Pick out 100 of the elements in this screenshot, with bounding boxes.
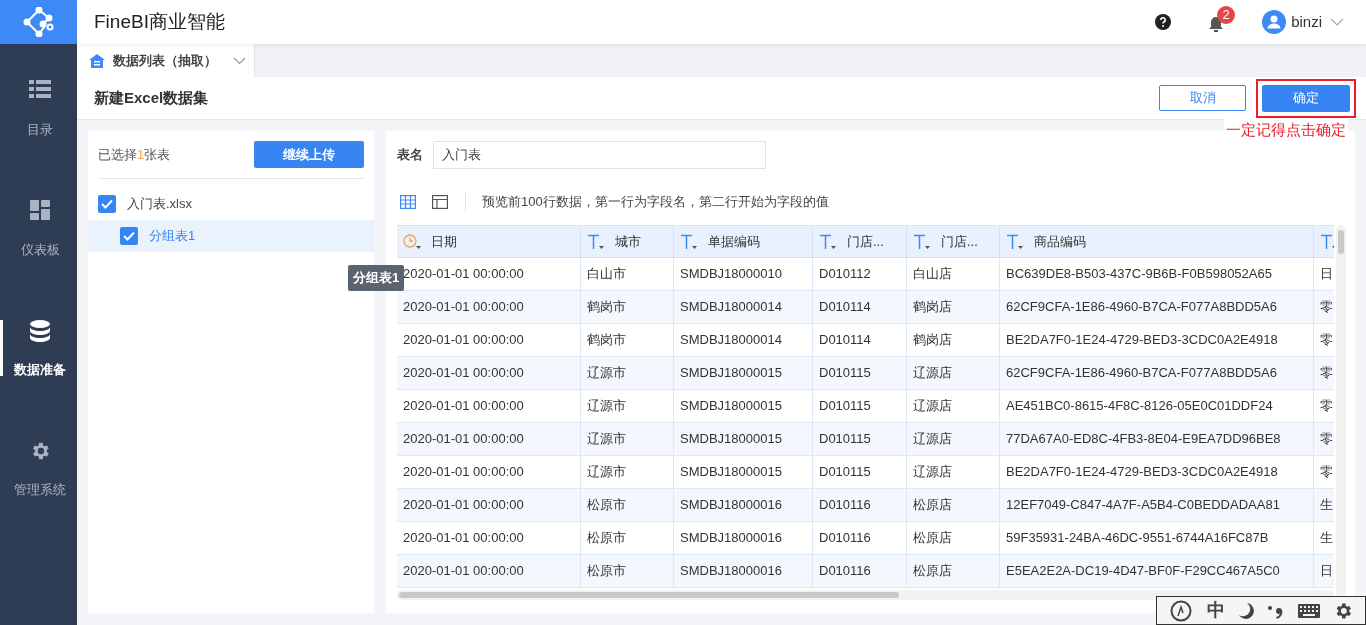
table-cell: 辽源市 (581, 357, 674, 389)
table-cell: 白山店 (907, 258, 1000, 290)
table-cell: SMDBJ18000016 (674, 555, 813, 587)
logo-tile[interactable] (0, 0, 77, 44)
table-cell: 辽源店 (907, 423, 1000, 455)
preview-hint: 预览前100行数据，第一行为字段名，第二行开始为字段的值 (482, 193, 829, 212)
text-type-icon[interactable] (819, 233, 839, 250)
cancel-button[interactable]: 取消 (1159, 85, 1246, 111)
database-icon (30, 320, 50, 342)
column-header[interactable]: 单据编码 (674, 226, 813, 257)
table-cell: BE2DA7F0-1E24-4729-BED3-3CDC0A2E4918 (1000, 324, 1314, 356)
table-name-field[interactable]: 入门表 (433, 141, 766, 169)
table-cell: AE451BC0-8615-4F8C-8126-05E0C01DDF24 (1000, 390, 1314, 422)
table-cell: D010116 (813, 555, 907, 587)
sidebar-item[interactable]: 数据准备 (0, 320, 77, 376)
upload-button[interactable]: 继续上传 (254, 141, 364, 168)
column-header[interactable]: 商品编码 (1000, 226, 1314, 257)
table-cell: 12EF7049-C847-4A7F-A5B4-C0BEDDADAA81 (1000, 489, 1314, 521)
table-cell: 松原市 (581, 489, 674, 521)
table-cell: 鹤岗店 (907, 291, 1000, 323)
table-name-label: 表名 (397, 146, 423, 165)
logo-icon (22, 7, 55, 37)
column-header[interactable]: 门店... (907, 226, 1000, 257)
column-header[interactable]: 城市 (581, 226, 674, 257)
table-cell: 62CF9CFA-1E86-4960-B7CA-F077A8BDD5A6 (1000, 291, 1314, 323)
confirm-button[interactable]: 确定 (1262, 84, 1350, 112)
chevron-down-icon[interactable] (1330, 18, 1344, 26)
table-cell: 2020-01-01 00:00:00 (397, 357, 581, 389)
bell-icon[interactable] (1208, 16, 1225, 34)
input-mode[interactable]: 中 (1206, 597, 1225, 624)
table-cell: 松原店 (907, 489, 1000, 521)
table-cell: 松原店 (907, 522, 1000, 554)
table-cell: 鹤岗店 (907, 324, 1000, 356)
table-cell: SMDBJ18000014 (674, 291, 813, 323)
table-cell: 辽源市 (581, 390, 674, 422)
text-type-icon[interactable] (913, 233, 933, 250)
keyboard-icon[interactable] (1297, 603, 1320, 618)
table-cell: SMDBJ18000016 (674, 489, 813, 521)
text-type-icon[interactable] (1320, 233, 1334, 250)
text-type-icon[interactable] (587, 233, 607, 250)
table-cell: 白山市 (581, 258, 674, 290)
text-type-icon[interactable] (680, 233, 700, 250)
table-cell: D010114 (813, 291, 907, 323)
avatar-icon[interactable] (1262, 10, 1287, 34)
table-cell: SMDBJ18000015 (674, 423, 813, 455)
table-cell: BE2DA7F0-1E24-4729-BED3-3CDC0A2E4918 (1000, 456, 1314, 488)
column-header[interactable]: 日期 (397, 226, 581, 257)
ime-logo-icon[interactable] (1169, 599, 1194, 622)
checkbox[interactable] (98, 195, 116, 213)
table-cell: 2020-01-01 00:00:00 (397, 555, 581, 587)
table-cell: 2020-01-01 00:00:00 (397, 324, 581, 356)
text-type-icon[interactable] (1006, 233, 1026, 250)
table-cell: 2020-01-01 00:00:00 (397, 489, 581, 521)
notification-badge: 2 (1217, 6, 1236, 24)
table-cell: 辽源市 (581, 456, 674, 488)
app-title: FineBI商业智能 (94, 9, 225, 34)
table-cell: 松原店 (907, 555, 1000, 587)
table-cell: 辽源店 (907, 390, 1000, 422)
table-cell: 77DA67A0-ED8C-4FB3-8E04-E9EA7DD96BE8 (1000, 423, 1314, 455)
table-cell: D010115 (813, 423, 907, 455)
table-cell: D010115 (813, 390, 907, 422)
table-cell: D010116 (813, 522, 907, 554)
sidebar-item[interactable]: 目录 (0, 80, 77, 136)
home-icon (89, 53, 105, 68)
dashboard-icon (30, 200, 50, 220)
help-icon[interactable] (1155, 14, 1172, 30)
table-cell: SMDBJ18000015 (674, 456, 813, 488)
moon-icon[interactable] (1237, 601, 1254, 620)
page-title: 新建Excel数据集 (94, 87, 209, 108)
table-cell: 鹤岗市 (581, 324, 674, 356)
file-item[interactable]: 入门表.xlsx (88, 188, 374, 220)
table-cell: 2020-01-01 00:00:00 (397, 390, 581, 422)
table-cell: SMDBJ18000015 (674, 357, 813, 389)
column-header[interactable]: 门店... (813, 226, 907, 257)
vertical-scrollbar[interactable] (1336, 225, 1346, 597)
table-cell: E5EA2E2A-DC19-4D47-BF0F-F29CC467A5C0 (1000, 555, 1314, 587)
sidebar-item[interactable]: 管理系统 (0, 440, 77, 496)
sidebar-item[interactable]: 仪表板 (0, 200, 77, 256)
table-cell: D010115 (813, 357, 907, 389)
horizontal-scrollbar[interactable] (397, 590, 1334, 600)
table-cell: SMDBJ18000016 (674, 522, 813, 554)
table-cell: 松原市 (581, 555, 674, 587)
tab-label: 数据列表（抽取） (113, 51, 217, 70)
table-cell: 辽源店 (907, 357, 1000, 389)
table-cell: 辽源市 (581, 423, 674, 455)
table-cell: 59F35931-24BA-46DC-9551-6744A16FC87B (1000, 522, 1314, 554)
table-cell: 62CF9CFA-1E86-4960-B7CA-F077A8BDD5A6 (1000, 357, 1314, 389)
table-cell: D010114 (813, 324, 907, 356)
checkbox[interactable] (120, 227, 138, 245)
clock-icon[interactable] (403, 233, 423, 250)
table-cell: D010116 (813, 489, 907, 521)
user-name[interactable]: binzi (1291, 10, 1322, 34)
table-cell: 2020-01-01 00:00:00 (397, 423, 581, 455)
table-cell: BC639DE8-B503-437C-9B6B-F0B598052A65 (1000, 258, 1314, 290)
table-cell: D010112 (813, 258, 907, 290)
data-list-tab[interactable]: 数据列表（抽取） (77, 44, 255, 77)
table-cell: 2020-01-01 00:00:00 (397, 522, 581, 554)
table-cell: 松原市 (581, 522, 674, 554)
chevron-down-icon[interactable] (233, 56, 246, 65)
table-cell: SMDBJ18000010 (674, 258, 813, 290)
